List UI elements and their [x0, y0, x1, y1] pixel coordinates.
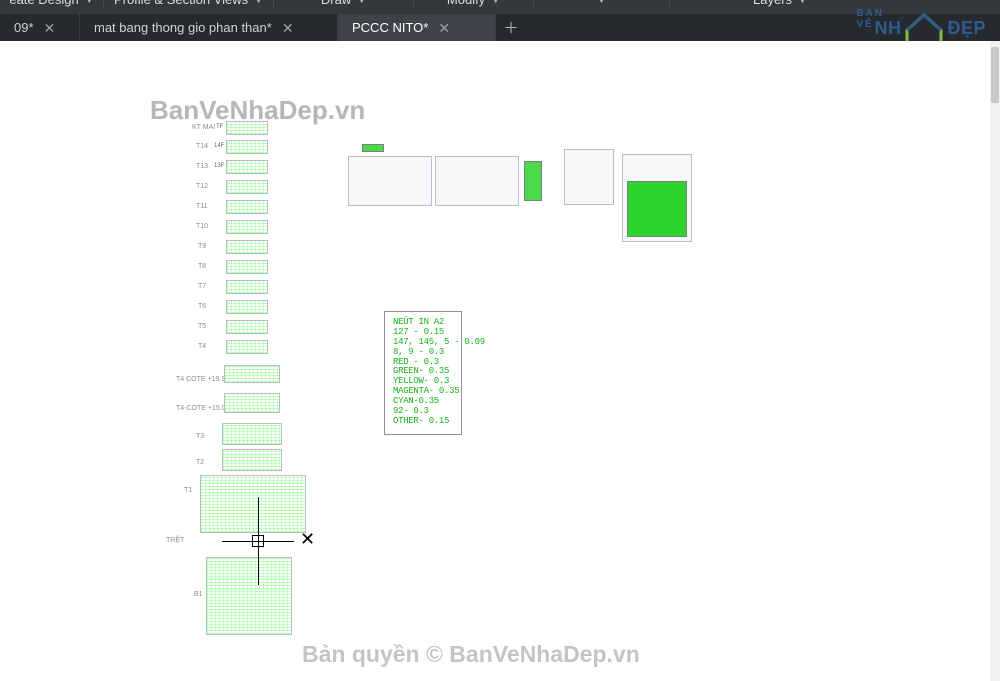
ribbon-panel-profile-section[interactable]: Profile & Section Views ▼	[104, 0, 274, 7]
chevron-down-icon: ▼	[85, 0, 94, 5]
floorplan-thumb	[226, 140, 268, 154]
chevron-down-icon: ▼	[254, 0, 263, 5]
floorplan-thumb	[226, 320, 268, 334]
floor-label: T12	[196, 183, 208, 190]
ribbon-panel-label: Profile & Section Views	[114, 0, 248, 6]
tab-mat-bang[interactable]: mat bang thong gio phan than* ✕	[80, 14, 338, 41]
tab-09[interactable]: 09* ✕	[0, 14, 80, 41]
floor-label: T11	[196, 203, 208, 210]
floorplan-thumb	[224, 393, 280, 413]
floorplan-thumb	[226, 300, 268, 314]
ribbon-panels: eate Design ▼ Profile & Section Views ▼ …	[0, 0, 1000, 14]
close-icon[interactable]: ✕	[438, 21, 450, 35]
scrollbar-thumb[interactable]	[991, 47, 999, 103]
drawing-canvas[interactable]: BanVeNhaDep.vn Bản quyền © BanVeNhaDep.v…	[0, 41, 1000, 681]
ribbon-panel-label: Layers	[753, 0, 792, 6]
add-tab-button[interactable]: ＋	[496, 14, 526, 41]
floorplan-thumb	[226, 260, 268, 274]
floorplan-thumb	[200, 475, 306, 533]
close-icon[interactable]: ✕	[282, 21, 294, 35]
document-tabs: 09* ✕ mat bang thong gio phan than* ✕ PC…	[0, 14, 1000, 41]
floorplan-thumb	[226, 180, 268, 194]
tab-pccc-nito[interactable]: PCCC NITO* ✕	[338, 14, 496, 41]
floor-label: T13	[196, 163, 208, 170]
floor-label: T9	[198, 243, 206, 250]
chevron-down-icon: ▼	[491, 0, 500, 5]
vertical-scrollbar[interactable]	[990, 41, 1000, 681]
sheet-thumb	[348, 156, 432, 206]
floor-label: T14	[196, 143, 208, 150]
floor-label: T7	[198, 283, 206, 290]
row-label: TF	[216, 124, 223, 130]
chevron-down-icon: ▼	[357, 0, 366, 5]
floorplan-thumb	[226, 200, 268, 214]
floorplan-thumb	[226, 220, 268, 234]
pen-assignment-block: NEÛT IN A2 127 - 0.15 147, 145, 5 - 0.09…	[384, 311, 462, 435]
floorplan-thumb	[222, 423, 282, 445]
pickbox-icon	[252, 535, 264, 547]
ribbon-panel-label: Draw	[321, 0, 351, 6]
plus-icon: ＋	[503, 17, 518, 38]
chevron-down-icon: ▼	[798, 0, 807, 5]
floorplan-thumb	[226, 240, 268, 254]
floor-label: T2	[196, 459, 204, 466]
floor-label: T4	[198, 343, 206, 350]
floorplan-thumb	[224, 365, 280, 383]
close-icon[interactable]: ✕	[44, 21, 56, 35]
ribbon-panel-blank[interactable]: ▼	[534, 0, 670, 7]
sheet-thumb	[627, 181, 687, 237]
ribbon-panel-modify[interactable]: Modify ▼	[414, 0, 534, 7]
floorplan-thumb	[206, 557, 292, 635]
row-label: 13F	[214, 163, 224, 169]
floorplan-thumb	[222, 449, 282, 471]
sheet-thumb	[362, 144, 384, 152]
floor-label: B1	[194, 591, 203, 598]
sheet-thumb	[524, 161, 542, 201]
pen-line: OTHER- 0.15	[393, 417, 456, 427]
floor-label: T3	[196, 433, 204, 440]
ribbon-panel-label: Modify	[447, 0, 485, 6]
logo-pre: BẢN VẼ	[856, 8, 884, 30]
floorplan-thumb	[226, 121, 268, 135]
row-label: 14F	[214, 143, 224, 149]
sheet-thumb	[564, 149, 614, 205]
floorplan-thumb	[226, 340, 268, 354]
floor-label: T5	[198, 323, 206, 330]
ribbon-panel-create-design[interactable]: eate Design ▼	[0, 0, 104, 7]
floorplan-thumb	[226, 160, 268, 174]
floor-label: KT MAI	[192, 124, 215, 131]
floor-label: T10	[196, 223, 208, 230]
floor-label: TRỆT	[166, 537, 184, 544]
tab-label: PCCC NITO*	[352, 20, 428, 35]
floor-label: T1	[184, 487, 192, 494]
ribbon-panel-label: eate Design	[9, 0, 78, 6]
chevron-down-icon: ▼	[597, 0, 606, 5]
floor-label: T6	[198, 303, 206, 310]
tab-label: mat bang thong gio phan than*	[94, 20, 272, 35]
watermark-text: Bản quyền © BanVeNhaDep.vn	[302, 641, 640, 668]
ribbon-panel-draw[interactable]: Draw ▼	[274, 0, 414, 7]
logo-text: ĐẸP	[947, 18, 986, 39]
floorplan-thumb	[226, 280, 268, 294]
tab-label: 09*	[14, 20, 34, 35]
floor-label: T8	[198, 263, 206, 270]
sheet-thumb	[435, 156, 519, 206]
ribbon-panel-layers[interactable]: Layers ▼	[670, 0, 890, 7]
